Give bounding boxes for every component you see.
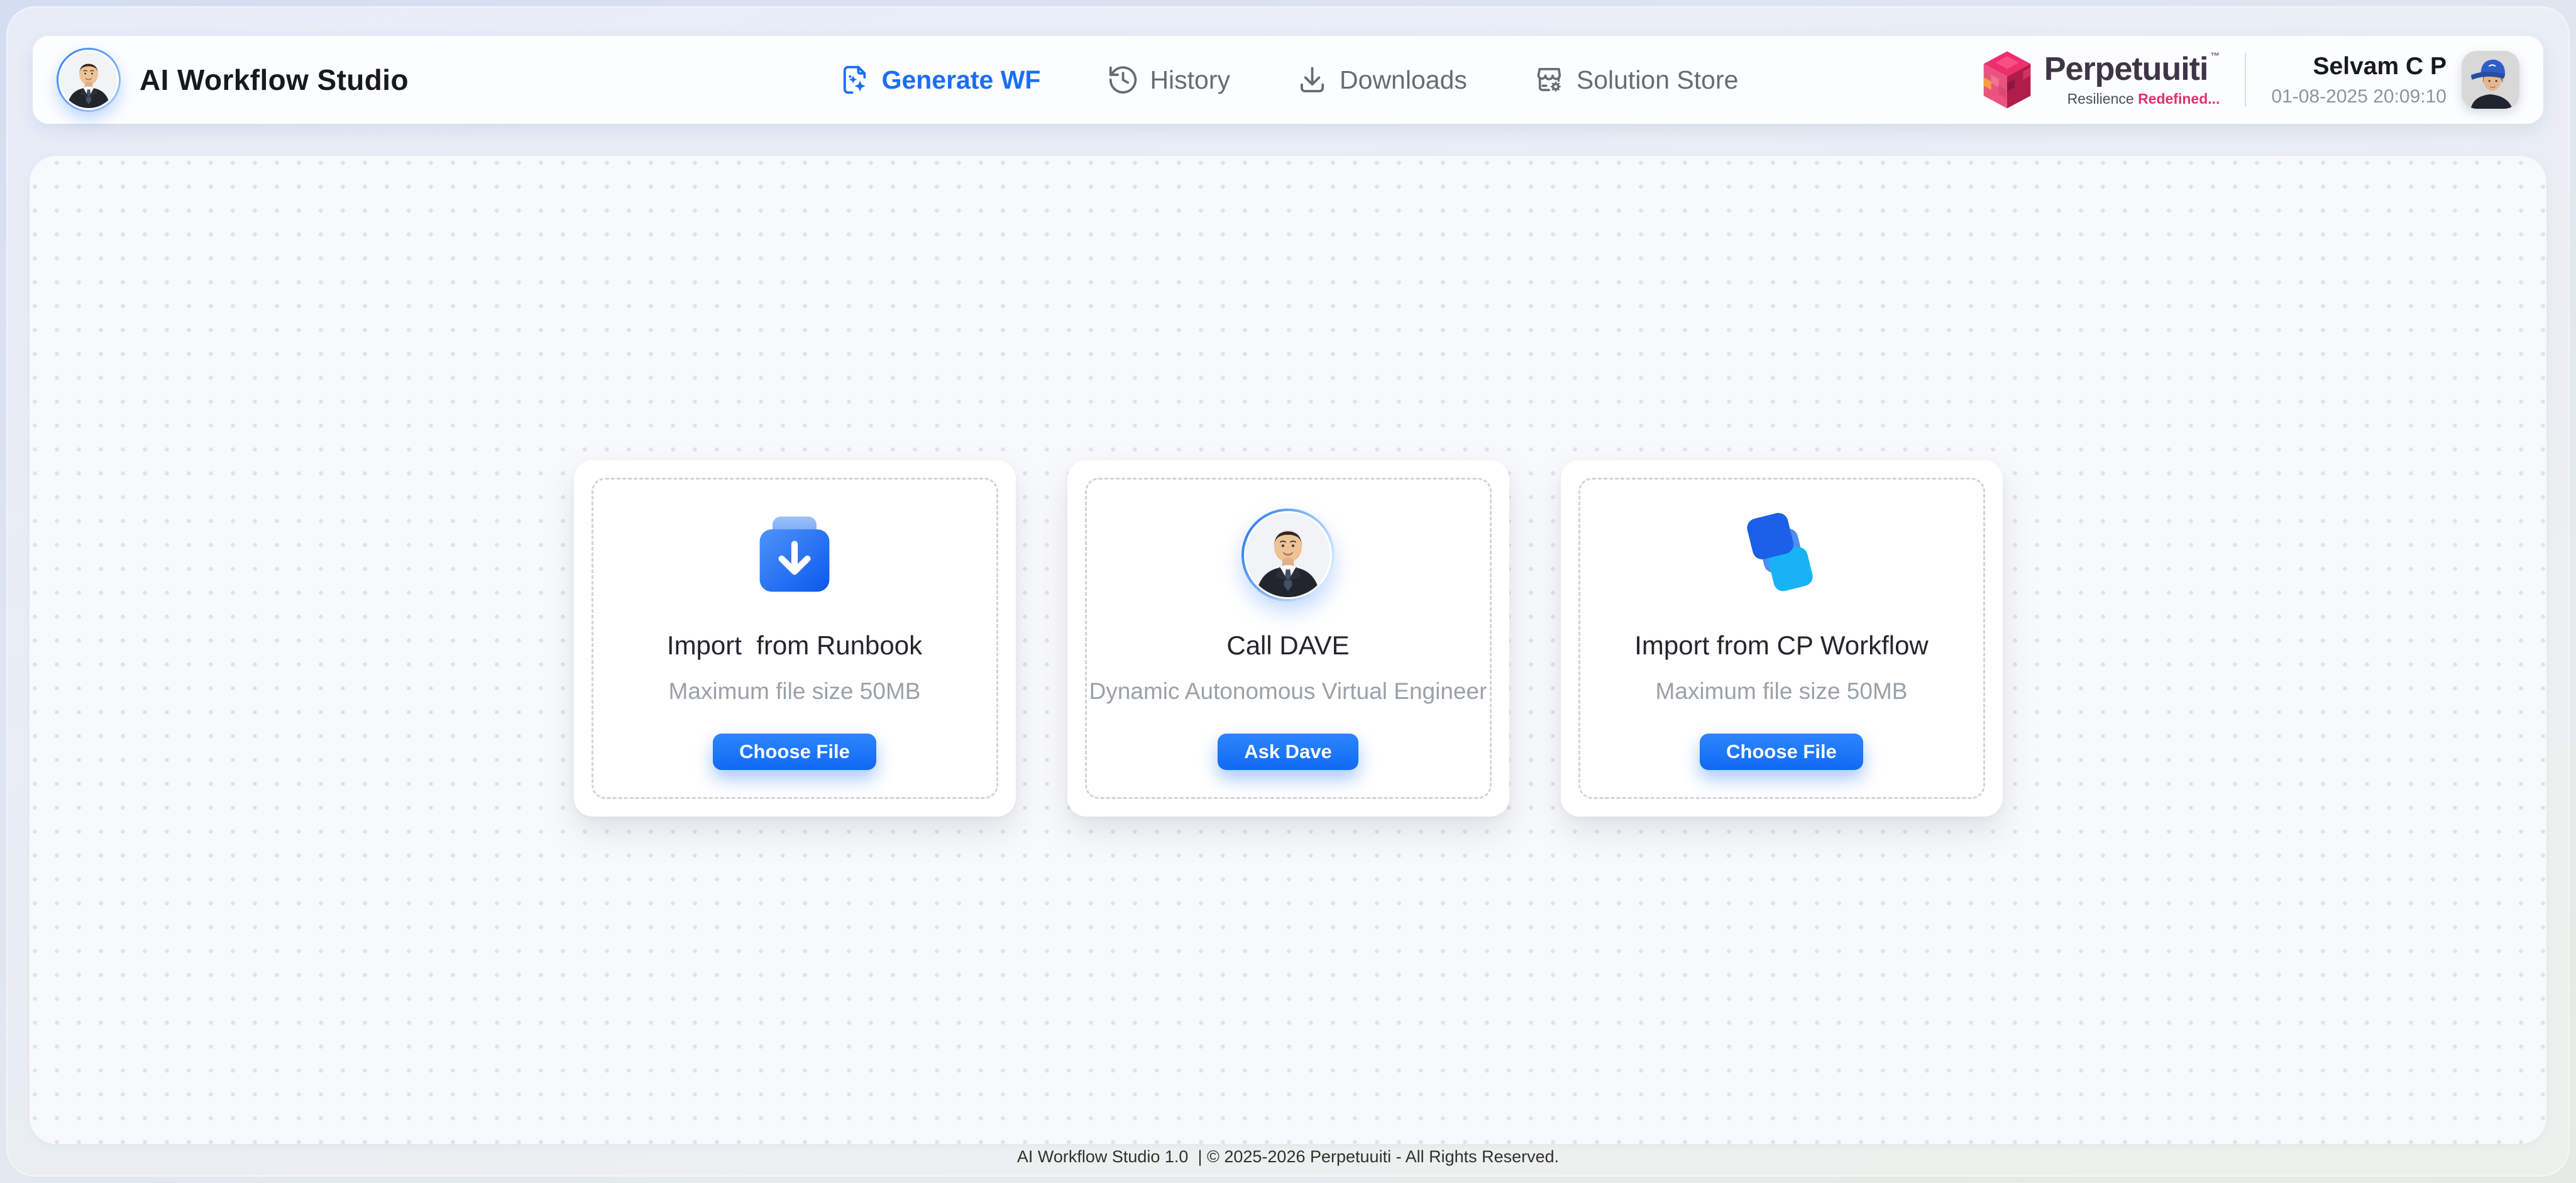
user-name: Selvam C P [2271,53,2447,80]
downloads-icon [1296,63,1329,97]
header-divider [2245,53,2246,107]
card-import-runbook: Import from Runbook Maximum file size 50… [574,460,1016,817]
tagline-primary: Resilience [2067,91,2134,107]
card-import-cp-workflow: Import from CP Workflow Maximum file siz… [1561,460,2003,817]
ask-dave-button[interactable]: Ask Dave [1218,734,1358,770]
current-datetime: 01-08-2025 20:09:10 [2271,86,2447,107]
user-meta: Selvam C P 01-08-2025 20:09:10 [2271,53,2447,107]
app-logo-avatar [57,48,121,112]
dave-avatar [1241,507,1335,603]
cp-workflow-stack-icon [1735,507,1828,603]
nav-label: Downloads [1340,65,1467,95]
runbook-download-icon [751,507,839,603]
runbook-file-dropzone[interactable]: Import from Runbook Maximum file size 50… [592,478,998,799]
card-call-dave: Call DAVE Dynamic Autonomous Virtual Eng… [1067,460,1509,817]
top-navigation-bar: AI Workflow Studio Generate WF [33,36,2543,124]
nav-item-generate-wf[interactable]: Generate WF [838,63,1041,97]
card-subtitle: Maximum file size 50MB [1656,678,1908,705]
card-title: Call DAVE [1226,630,1349,661]
choose-file-button-runbook[interactable]: Choose File [713,734,876,770]
perpetuuiti-logo: Perpetuuiti ™ Resilience Redefined... [1980,50,2220,110]
nav-item-downloads[interactable]: Downloads [1296,63,1467,97]
nav-label: History [1150,65,1230,95]
main-nav: Generate WF History Downloads [838,36,1739,124]
trademark-symbol: ™ [2210,52,2220,61]
footer-copyright: AI Workflow Studio 1.0 | © 2025-2026 Per… [6,1147,2570,1167]
page-title: AI Workflow Studio [140,63,409,97]
tagline-accent: Redefined... [2138,91,2220,107]
nav-item-history[interactable]: History [1106,63,1230,97]
brand-wordmark: Perpetuuiti [2044,53,2208,85]
cp-workflow-file-dropzone[interactable]: Import from CP Workflow Maximum file siz… [1578,478,1985,799]
history-icon [1106,63,1140,97]
choose-file-button-cp-workflow[interactable]: Choose File [1700,734,1863,770]
user-avatar-photo-icon [2462,51,2519,109]
brand-tagline: Resilience Redefined... [2067,91,2220,107]
nav-label: Generate WF [882,65,1041,95]
call-dave-panel: Call DAVE Dynamic Autonomous Virtual Eng… [1085,478,1492,799]
dave-avatar-small-icon [58,50,119,110]
action-cards-row: Import from Runbook Maximum file size 50… [30,460,2546,817]
dave-avatar-ring [1241,509,1335,602]
app-brand: AI Workflow Studio [57,48,409,112]
solution-store-icon [1533,63,1566,97]
user-avatar[interactable] [2462,51,2519,109]
card-title: Import from CP Workflow [1634,630,1929,661]
app-container: AI Workflow Studio Generate WF [6,6,2570,1177]
nav-item-solution-store[interactable]: Solution Store [1533,63,1739,97]
header-right-section: Perpetuuiti ™ Resilience Redefined... Se… [1980,50,2519,110]
nav-label: Solution Store [1577,65,1739,95]
workspace-canvas: Import from Runbook Maximum file size 50… [30,156,2546,1144]
card-subtitle: Maximum file size 50MB [669,678,921,705]
generate-wf-icon [838,63,872,97]
card-title: Import from Runbook [667,630,922,661]
perpetuuiti-logo-text: Perpetuuiti ™ Resilience Redefined... [2044,53,2220,107]
perpetuuiti-cube-icon [1980,50,2034,110]
card-subtitle: Dynamic Autonomous Virtual Engineer [1089,678,1487,705]
